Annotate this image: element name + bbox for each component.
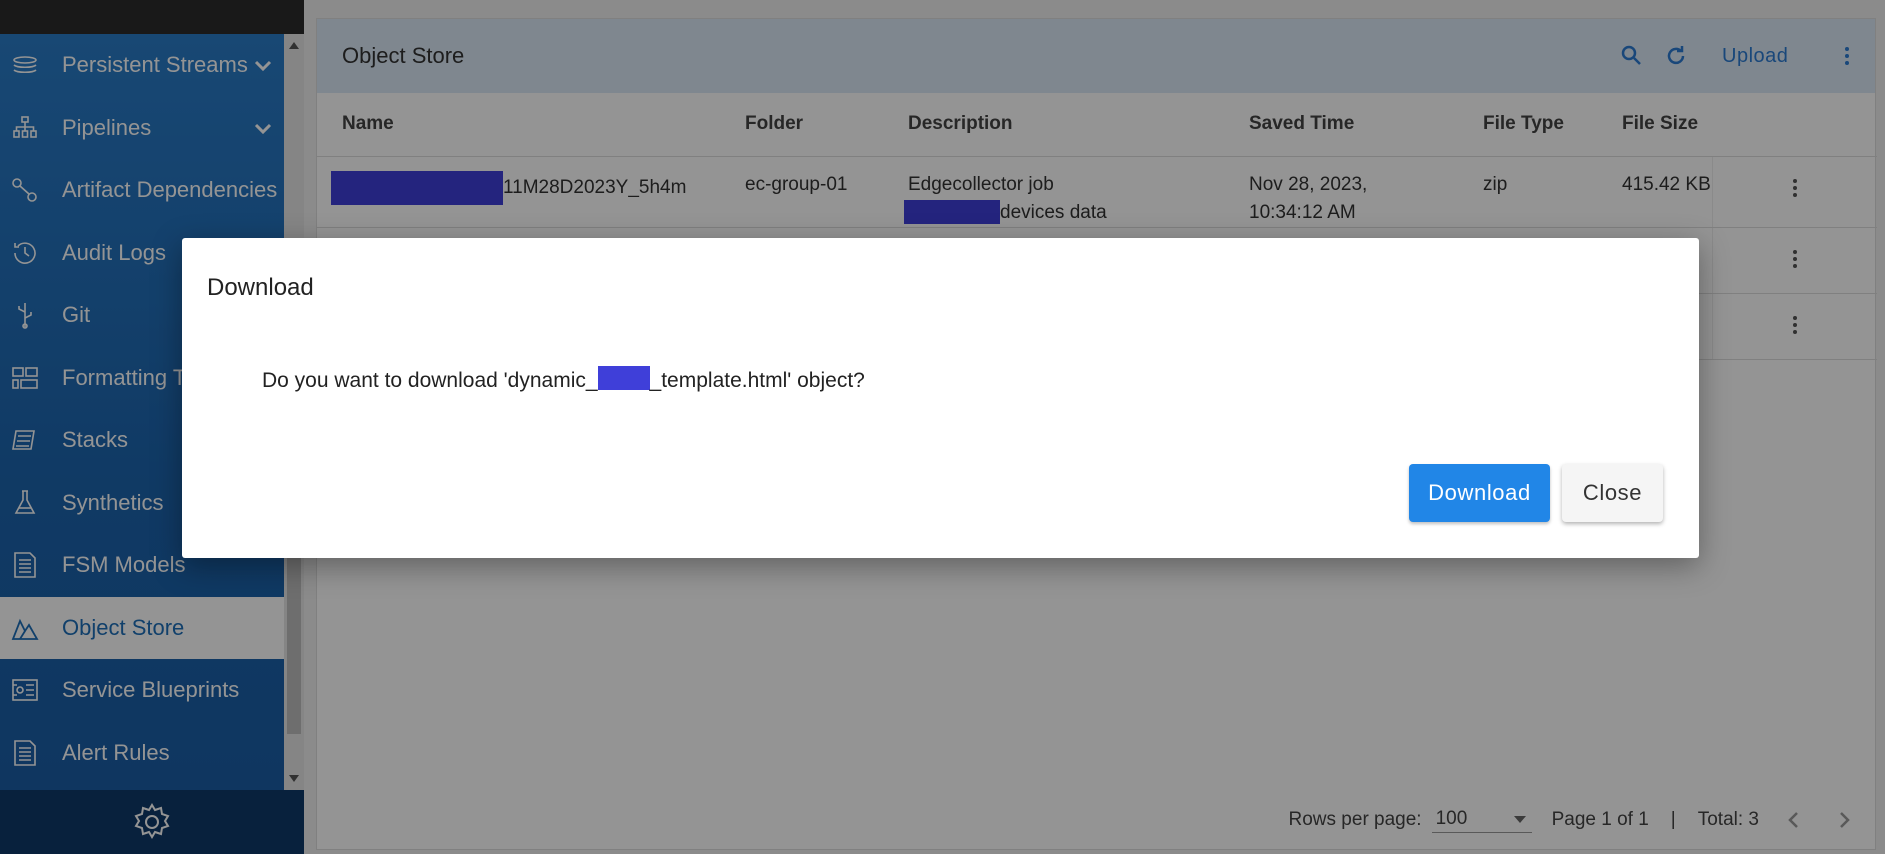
dialog-message: Do you want to download 'dynamic_ _templa…	[262, 366, 865, 393]
download-dialog: Download Do you want to download 'dynami…	[182, 238, 1699, 558]
dialog-title: Download	[207, 274, 314, 301]
download-button[interactable]: Download	[1409, 464, 1550, 522]
close-button[interactable]: Close	[1562, 464, 1663, 522]
redacted-block	[597, 366, 650, 390]
